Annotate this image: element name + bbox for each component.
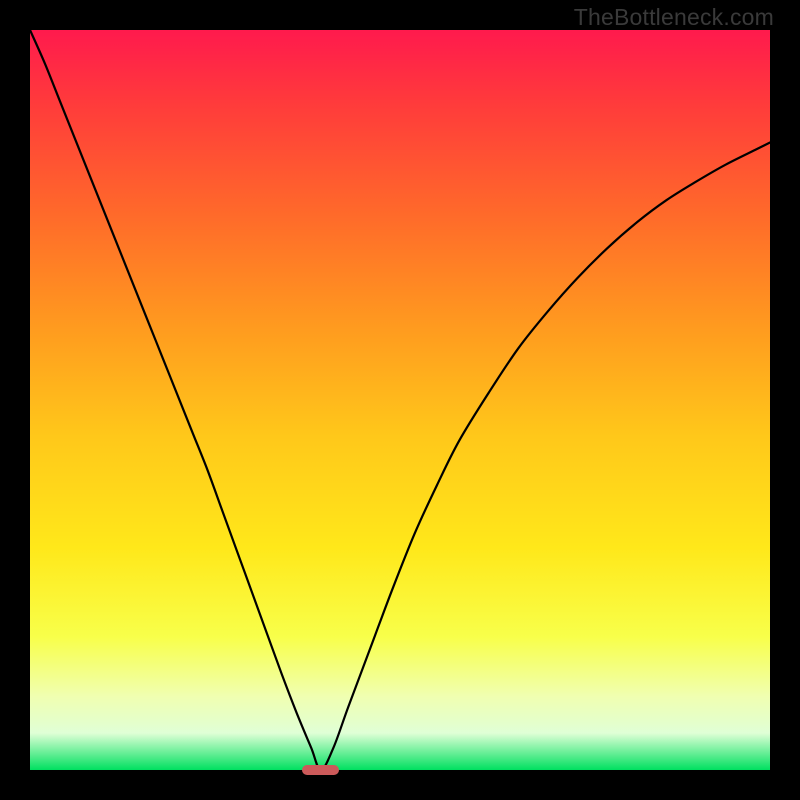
chart-frame: TheBottleneck.com bbox=[0, 0, 800, 800]
curve-path bbox=[30, 30, 770, 770]
minimum-marker bbox=[302, 765, 339, 775]
bottleneck-curve bbox=[0, 0, 800, 800]
